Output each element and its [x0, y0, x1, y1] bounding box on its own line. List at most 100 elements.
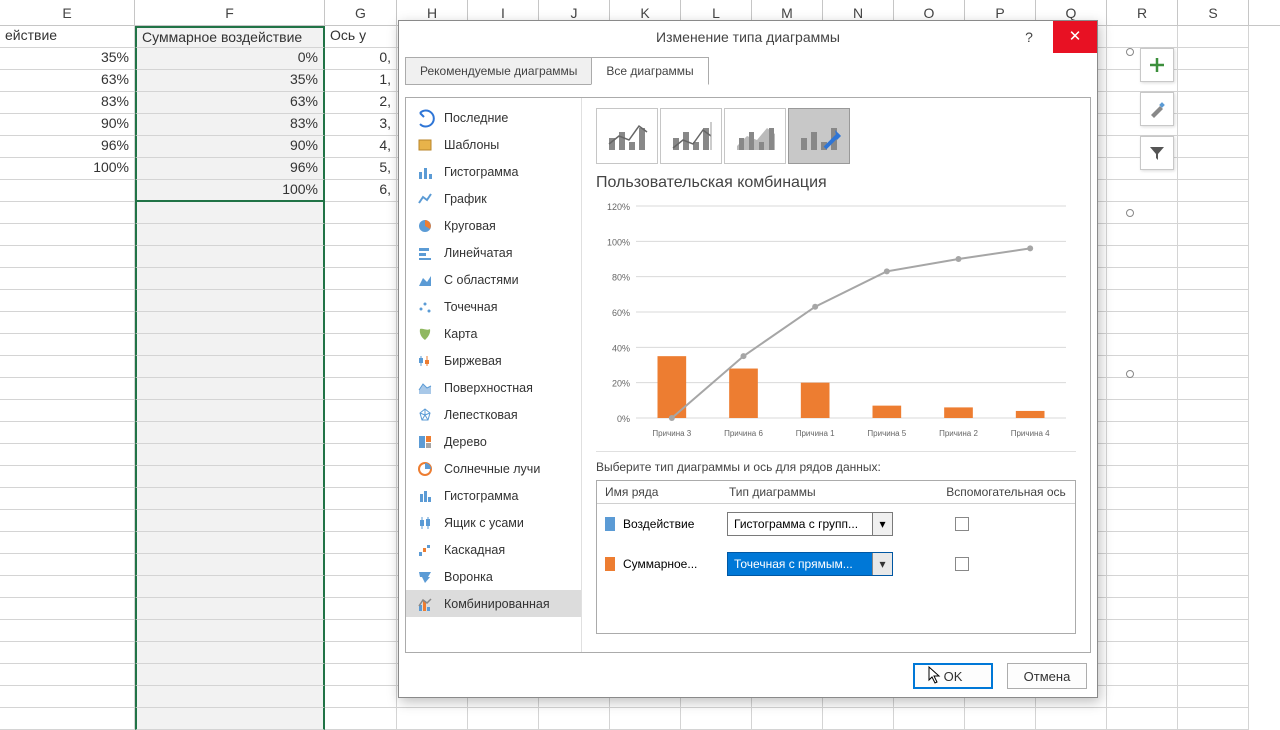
cell[interactable] — [1107, 664, 1178, 686]
cell[interactable] — [1178, 246, 1249, 268]
cell[interactable] — [135, 246, 325, 268]
cell[interactable]: 100% — [135, 180, 325, 202]
cell[interactable] — [325, 334, 397, 356]
series-type-combo[interactable]: Точечная с прямым...▾ — [727, 552, 893, 576]
cell[interactable] — [1178, 598, 1249, 620]
column-header-G[interactable]: G — [325, 0, 397, 25]
column-header-E[interactable]: E — [0, 0, 135, 25]
cell[interactable]: 5, — [325, 158, 397, 180]
cell[interactable] — [1178, 488, 1249, 510]
cell[interactable] — [1178, 92, 1249, 114]
cell[interactable]: Ось y — [325, 26, 397, 48]
chart-type-круговая[interactable]: Круговая — [406, 212, 581, 239]
column-header-F[interactable]: F — [135, 0, 325, 25]
chart-type-карта[interactable]: Карта — [406, 320, 581, 347]
cell[interactable] — [539, 708, 610, 730]
cell[interactable] — [1178, 708, 1249, 730]
cell[interactable] — [1178, 48, 1249, 70]
cell[interactable] — [1178, 356, 1249, 378]
cell[interactable] — [1178, 224, 1249, 246]
cell[interactable] — [1107, 312, 1178, 334]
cell[interactable] — [135, 598, 325, 620]
cell[interactable] — [1107, 488, 1178, 510]
combo-subtype-1[interactable] — [596, 108, 658, 164]
cell[interactable] — [1107, 180, 1178, 202]
chart-type-каскадная[interactable]: Каскадная — [406, 536, 581, 563]
cell[interactable] — [135, 202, 325, 224]
cell[interactable] — [1107, 510, 1178, 532]
cell[interactable] — [135, 576, 325, 598]
chart-type-точечная[interactable]: Точечная — [406, 293, 581, 320]
chart-type-с областями[interactable]: С областями — [406, 266, 581, 293]
cell[interactable] — [1178, 202, 1249, 224]
cell[interactable] — [135, 224, 325, 246]
cell[interactable] — [0, 510, 135, 532]
cell[interactable] — [1178, 686, 1249, 708]
cell[interactable] — [325, 664, 397, 686]
cell[interactable] — [1107, 202, 1178, 224]
cell[interactable] — [0, 444, 135, 466]
chart-type-гистограмма[interactable]: Гистограмма — [406, 482, 581, 509]
cell[interactable] — [135, 488, 325, 510]
cell[interactable] — [325, 224, 397, 246]
cell[interactable] — [0, 554, 135, 576]
cell[interactable] — [0, 532, 135, 554]
cell[interactable] — [1178, 290, 1249, 312]
cell[interactable] — [0, 466, 135, 488]
cell[interactable] — [823, 708, 894, 730]
tab-all-charts[interactable]: Все диаграммы — [591, 57, 708, 85]
cell[interactable] — [0, 576, 135, 598]
cell[interactable] — [1107, 598, 1178, 620]
cell[interactable] — [0, 312, 135, 334]
cell[interactable] — [1107, 400, 1178, 422]
chart-type-шаблоны[interactable]: Шаблоны — [406, 131, 581, 158]
tab-recommended[interactable]: Рекомендуемые диаграммы — [405, 57, 592, 85]
cell[interactable] — [965, 708, 1036, 730]
cell[interactable] — [325, 510, 397, 532]
chart-type-гистограмма[interactable]: Гистограмма — [406, 158, 581, 185]
cell[interactable] — [1178, 554, 1249, 576]
cell[interactable] — [0, 708, 135, 730]
cell[interactable] — [0, 642, 135, 664]
cell[interactable] — [1178, 400, 1249, 422]
cell[interactable] — [1107, 378, 1178, 400]
cell[interactable] — [397, 708, 468, 730]
cell[interactable] — [325, 576, 397, 598]
cell[interactable]: 1, — [325, 70, 397, 92]
cell[interactable] — [0, 202, 135, 224]
cell[interactable] — [325, 686, 397, 708]
chart-type-последние[interactable]: Последние — [406, 104, 581, 131]
cell[interactable] — [135, 510, 325, 532]
cell[interactable] — [1178, 576, 1249, 598]
cell[interactable] — [325, 202, 397, 224]
chart-type-ящик с усами[interactable]: Ящик с усами — [406, 509, 581, 536]
cell[interactable]: 35% — [135, 70, 325, 92]
cell[interactable] — [135, 444, 325, 466]
cell[interactable]: 3, — [325, 114, 397, 136]
cell[interactable] — [1107, 554, 1178, 576]
chart-handle[interactable] — [1126, 48, 1134, 56]
cell[interactable] — [1178, 114, 1249, 136]
cell[interactable] — [1178, 466, 1249, 488]
cell[interactable] — [1107, 620, 1178, 642]
cell[interactable]: 96% — [135, 158, 325, 180]
chart-type-воронка[interactable]: Воронка — [406, 563, 581, 590]
cell[interactable] — [1107, 708, 1178, 730]
cell[interactable] — [1178, 26, 1249, 48]
cell[interactable]: 35% — [0, 48, 135, 70]
chart-type-линейчатая[interactable]: Линейчатая — [406, 239, 581, 266]
cell[interactable] — [1107, 642, 1178, 664]
cell[interactable] — [0, 664, 135, 686]
column-header-S[interactable]: S — [1178, 0, 1249, 25]
cell[interactable] — [325, 466, 397, 488]
ok-button[interactable]: OK — [913, 663, 993, 689]
cell[interactable] — [1107, 466, 1178, 488]
chart-type-поверхностная[interactable]: Поверхностная — [406, 374, 581, 401]
cell[interactable] — [135, 400, 325, 422]
cell[interactable] — [0, 686, 135, 708]
cell[interactable] — [1178, 444, 1249, 466]
cell[interactable] — [135, 466, 325, 488]
cell[interactable] — [325, 620, 397, 642]
chart-styles-button[interactable] — [1140, 92, 1174, 126]
cell[interactable] — [325, 312, 397, 334]
